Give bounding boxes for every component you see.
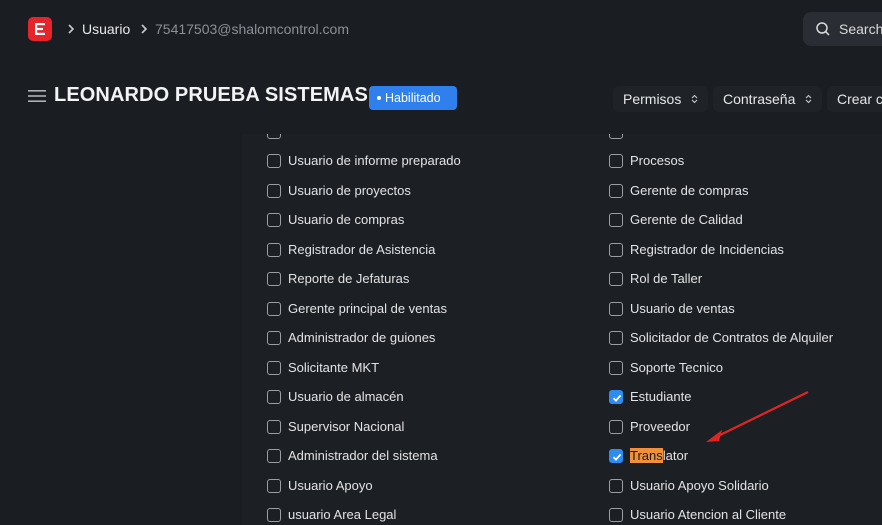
role-label: Rol de Taller [630,271,703,286]
search-highlight: Trans [630,448,663,463]
role-checkbox[interactable] [609,242,623,257]
role-label: Supervisor Nacional [288,418,405,434]
role-checkbox[interactable] [267,301,281,316]
role-checkbox[interactable] [609,449,623,463]
role-label: Administrador del sistema [288,448,438,463]
role-checkbox[interactable] [609,213,623,227]
role-label: Proveedor [630,418,690,434]
role-checkbox[interactable] [267,213,281,227]
breadcrumb-usuario[interactable]: Usuario [82,20,130,38]
role-label: Solicitador de Contratos de Alquiler [630,330,834,345]
role-checkbox[interactable] [267,272,281,286]
role-label: Gerente principal de ventas [288,300,447,316]
role-checkbox[interactable] [609,301,623,316]
role-checkbox[interactable] [609,478,623,493]
role-checkbox[interactable] [267,183,281,198]
app-logo[interactable] [28,17,52,41]
chevron-right-icon [68,24,75,34]
permisos-button-label: Permisos [623,91,682,107]
role-checkbox[interactable] [267,478,281,493]
checkbox-cut-left[interactable] [267,134,281,139]
role-label: Usuario Apoyo [288,477,373,493]
role-checkbox[interactable] [609,419,623,434]
role-label: Usuario de informe preparado [288,153,461,168]
search-icon [816,22,830,36]
menu-icon[interactable] [28,89,46,103]
role-label: Registrador de Asistencia [288,241,436,257]
search-input[interactable]: Search [803,12,882,46]
contrasena-button-label: Contraseña [723,91,796,107]
role-label: usuario Area Legal [288,507,397,522]
chevron-updown-icon [691,95,698,104]
role-checkbox[interactable] [267,419,281,434]
page-header: LEONARDO PRUEBA SISTEMAS Habilitado Perm… [0,58,882,134]
role-label: Gerente de Calidad [630,212,743,227]
role-label: Usuario Apoyo Solidario [630,477,769,493]
role-checkbox[interactable] [609,360,623,375]
role-label: Reporte de Jefaturas [288,271,410,286]
role-checkbox[interactable] [609,183,623,198]
role-label: Usuario de compras [288,212,405,227]
search-placeholder: Search [839,21,882,37]
role-label: Procesos [630,153,685,168]
role-checkbox[interactable] [609,154,623,168]
role-label: Registrador de Incidencias [630,241,784,257]
role-label: Estudiante [630,389,692,404]
role-label: Usuario de almacén [288,389,404,404]
role-label: Solicitante MKT [288,359,380,375]
status-dot-icon [377,95,381,100]
checkmark-icon [612,394,622,402]
status-badge-label: Habilitado [385,91,441,105]
checkbox-cut-right[interactable] [609,134,623,139]
permisos-button[interactable]: Permisos [613,86,709,112]
contrasena-button[interactable]: Contraseña [713,86,823,112]
role-checkbox[interactable] [609,331,623,345]
role-label: Administrador de guiones [288,330,436,345]
role-checkbox[interactable] [267,508,281,522]
role-checkbox[interactable] [267,449,281,463]
role-checkbox[interactable] [609,390,623,404]
chevron-updown-icon [805,95,812,104]
crear-button[interactable]: Crear c [827,86,882,112]
role-checkbox[interactable] [267,154,281,168]
status-badge: Habilitado [369,86,457,110]
role-checkbox[interactable] [267,360,281,375]
sidebar [0,134,242,525]
role-label: Usuario de proyectos [288,182,411,198]
role-label: Gerente de compras [630,182,749,198]
role-checkbox[interactable] [267,242,281,257]
chevron-right-icon [141,24,148,34]
annotation-arrow-icon [706,391,809,442]
crear-button-label: Crear c [837,91,882,107]
role-label: Usuario Atencion al Cliente [630,507,787,522]
role-checkbox[interactable] [609,272,623,286]
role-checkbox[interactable] [267,390,281,404]
role-label: Translator [630,448,689,463]
page-title: LEONARDO PRUEBA SISTEMAS [54,84,368,106]
role-checkbox[interactable] [609,508,623,522]
checkmark-icon [612,453,622,461]
role-checkbox[interactable] [267,331,281,345]
breadcrumb-current-user[interactable]: 75417503@shalomcontrol.com [155,20,349,38]
roles-panel: Usuario de informe preparado Usuario de p… [242,134,882,525]
role-label: Soporte Tecnico [630,359,723,375]
role-label: Usuario de ventas [630,300,735,316]
top-navbar: Usuario 75417503@shalomcontrol.com Searc… [0,0,882,58]
